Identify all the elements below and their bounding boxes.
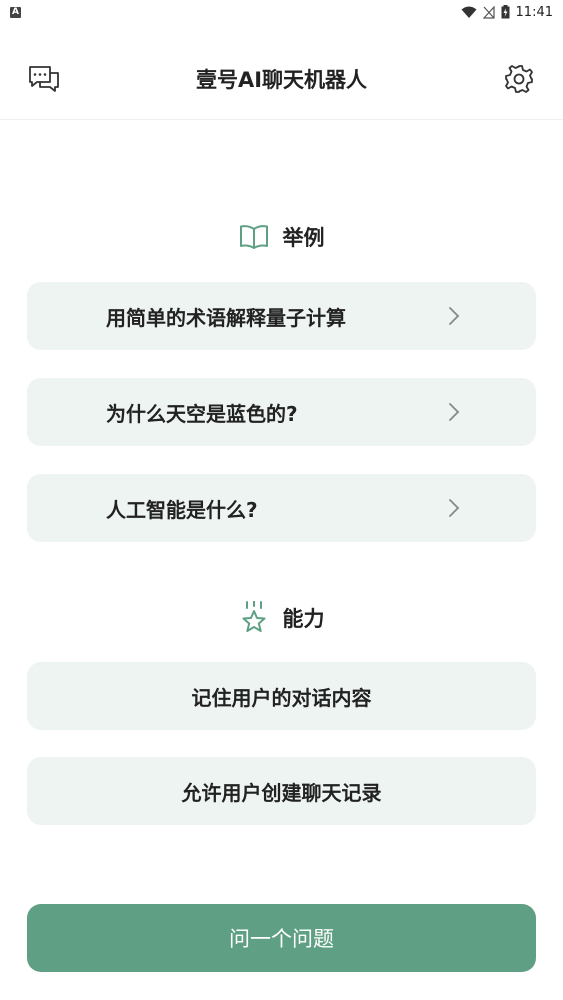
example-item-sky[interactable]: 为什么天空是蓝色的? — [27, 378, 536, 446]
status-time: 11:41 — [515, 4, 553, 20]
app-header: 壹号AI聊天机器人 — [0, 24, 563, 120]
example-item-quantum[interactable]: 用简单的术语解释量子计算 — [27, 282, 536, 350]
example-item-ai[interactable]: 人工智能是什么? — [27, 474, 536, 542]
examples-heading-label: 举例 — [282, 226, 325, 250]
open-book-icon — [239, 225, 268, 249]
example-item-label: 人工智能是什么? — [106, 497, 258, 522]
chevron-right-icon — [449, 307, 460, 325]
gear-icon — [505, 65, 533, 93]
example-item-label: 用简单的术语解释量子计算 — [106, 305, 346, 330]
wifi-icon — [461, 6, 477, 18]
capability-item-label: 允许用户创建聊天记录 — [181, 780, 382, 805]
ask-question-button[interactable]: 问一个问题 — [27, 904, 536, 972]
capability-item-memory: 记住用户的对话内容 — [27, 662, 536, 730]
capabilities-heading: 能力 — [0, 601, 563, 635]
status-bar: A 11:41 — [0, 0, 563, 24]
chevron-right-icon — [449, 403, 460, 421]
status-right: 11:41 — [461, 5, 553, 20]
page-title: 壹号AI聊天机器人 — [195, 68, 368, 92]
capabilities-heading-label: 能力 — [282, 607, 325, 631]
example-item-label: 为什么天空是蓝色的? — [106, 401, 298, 426]
app-notification-icon: A — [10, 6, 21, 18]
no-signal-icon — [482, 5, 495, 19]
examples-heading: 举例 — [0, 222, 563, 252]
status-left: A — [10, 6, 21, 18]
capability-item-label: 记住用户的对话内容 — [191, 685, 372, 710]
chevron-right-icon — [449, 499, 460, 517]
battery-charging-icon — [501, 5, 510, 19]
star-badge-icon — [242, 601, 265, 632]
capability-item-history: 允许用户创建聊天记录 — [27, 757, 536, 825]
settings-button[interactable] — [502, 62, 536, 96]
